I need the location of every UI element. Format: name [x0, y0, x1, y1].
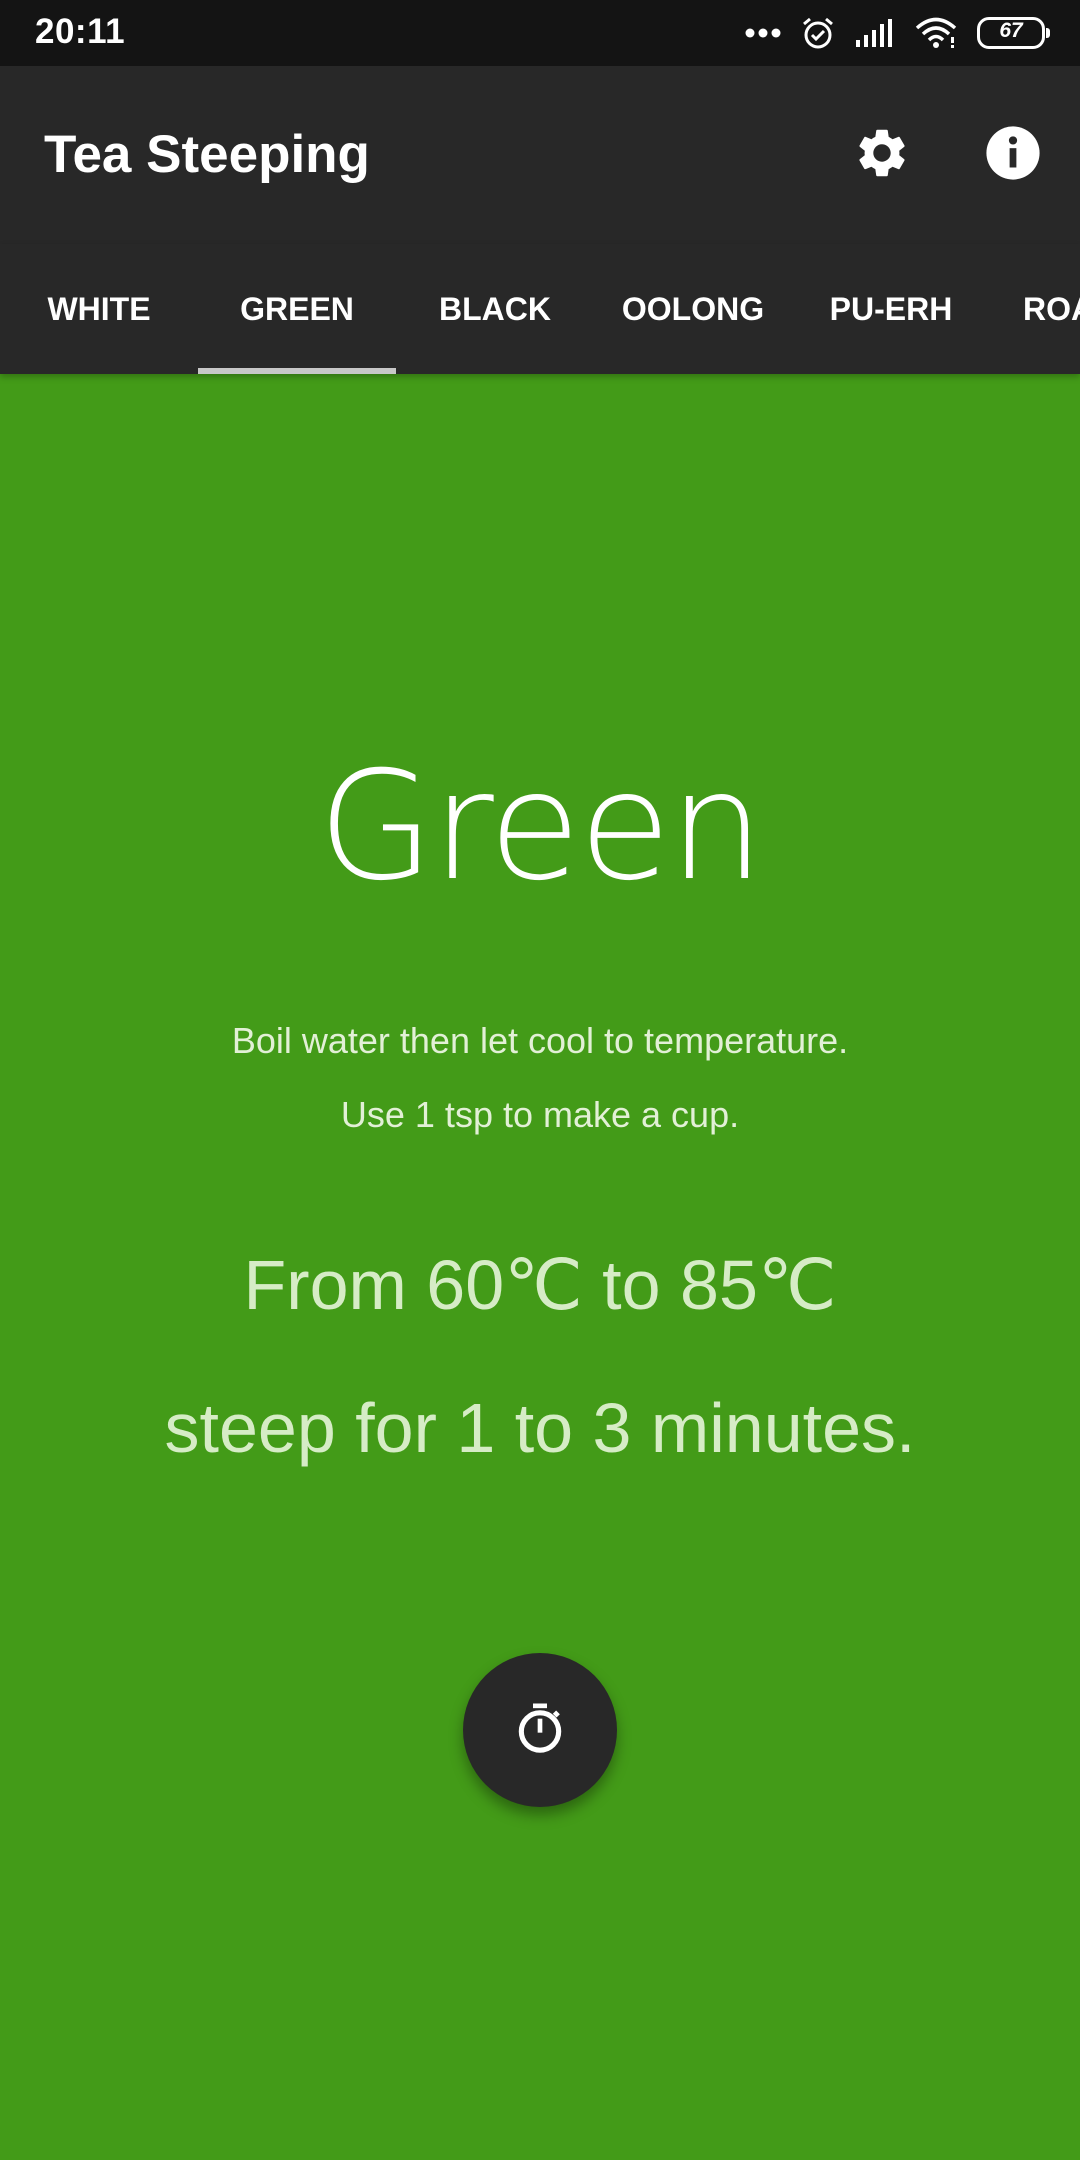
- instruction-amount: Use 1 tsp to make a cup.: [340, 1094, 740, 1135]
- status-bar: 20:11 67: [0, 0, 1080, 66]
- settings-icon: [853, 124, 911, 187]
- status-icons: 67: [745, 10, 1050, 56]
- settings-button[interactable]: [849, 122, 915, 188]
- alarm-icon: [801, 16, 835, 50]
- tab-white[interactable]: WHITE: [0, 244, 198, 374]
- tab-pu-erh[interactable]: PU-ERH: [792, 244, 990, 374]
- tab-oolong[interactable]: OOLONG: [594, 244, 792, 374]
- start-timer-button[interactable]: [463, 1653, 617, 1807]
- app-title: Tea Steeping: [44, 125, 370, 184]
- wifi-icon: [915, 17, 957, 49]
- tab-green[interactable]: GREEN: [198, 244, 396, 374]
- instruction-boil: Boil water then let cool to temperature.: [231, 1020, 849, 1061]
- info-button[interactable]: [980, 122, 1046, 188]
- temperature-range: From 60℃ to 85℃: [243, 1246, 837, 1324]
- signal-icon: [855, 18, 895, 48]
- tab-roasted[interactable]: ROA: [990, 244, 1080, 374]
- timer-icon: [512, 1700, 568, 1761]
- steep-time: steep for 1 to 3 minutes.: [164, 1389, 916, 1467]
- more-dots-icon: [745, 27, 781, 39]
- selected-tab-indicator: [198, 368, 396, 374]
- battery-level: 67: [999, 19, 1023, 42]
- info-icon: [984, 124, 1042, 187]
- battery-icon: 67: [977, 17, 1050, 49]
- app-bar: Tea Steeping: [0, 66, 1080, 244]
- status-time: 20:11: [35, 12, 126, 51]
- tab-black[interactable]: BLACK: [396, 244, 594, 374]
- tea-steeping-screen: 20:11 67 Tea Steeping WHITE GREEN BLACK …: [0, 0, 1080, 2160]
- tea-name: Green: [317, 740, 764, 914]
- tab-bar: WHITE GREEN BLACK OOLONG PU-ERH ROA: [0, 244, 1080, 374]
